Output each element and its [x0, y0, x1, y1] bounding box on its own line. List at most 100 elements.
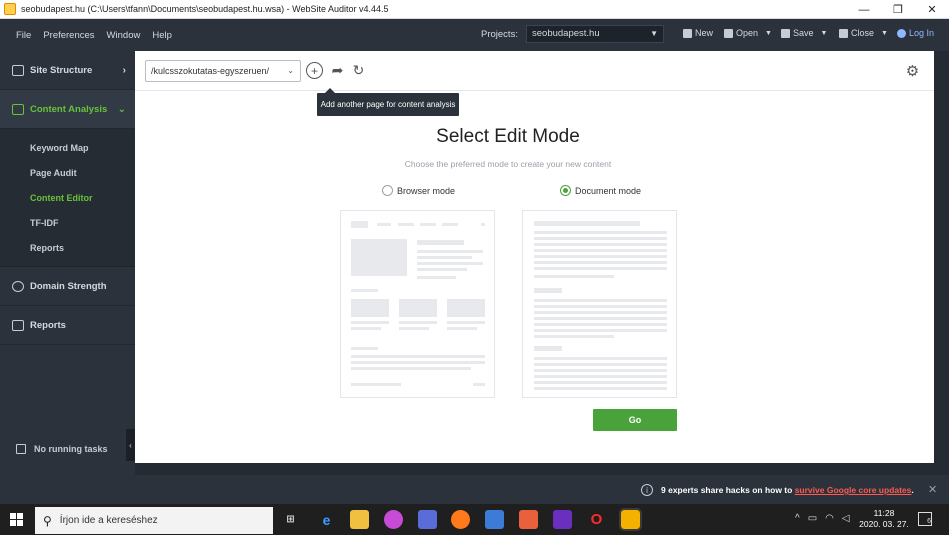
maps-pin-icon[interactable] — [384, 510, 403, 529]
projects-dropdown-value: seobudapest.hu — [532, 28, 600, 39]
task-view-icon[interactable]: ⊞ — [281, 510, 300, 529]
new-button[interactable]: New — [683, 28, 713, 38]
menu-window[interactable]: Window — [107, 30, 141, 41]
menu-help[interactable]: Help — [152, 30, 172, 41]
volume-icon[interactable]: ◁ — [842, 513, 850, 524]
info-icon: i — [641, 484, 653, 496]
go-button[interactable]: Go — [593, 409, 677, 431]
sidebar-item-label: Site Structure — [30, 64, 93, 76]
action-center-icon[interactable]: 6 — [918, 512, 932, 526]
gear-icon[interactable]: ⚙ — [904, 62, 921, 80]
content-toolbar: /kulcsszokutatas-egyszeruen/ ⌄ + ➦ ↻ ⚙ — [135, 51, 934, 91]
browser-mode-radio[interactable]: Browser mode — [382, 185, 455, 196]
clock-date: 2020. 03. 27. — [859, 519, 909, 529]
gauge-icon — [12, 280, 24, 292]
document-mode-radio[interactable]: Document mode — [560, 185, 641, 196]
content-analysis-submenu: Keyword Map Page Audit Content Editor TF… — [0, 129, 135, 267]
sidebar-item-reports[interactable]: Reports — [0, 306, 135, 345]
window-controls: — ❐ ✕ — [847, 0, 949, 19]
menu-file[interactable]: File — [16, 30, 31, 41]
share-icon[interactable]: ➦ — [329, 62, 346, 79]
page-title: Select Edit Mode — [436, 126, 580, 147]
menu-preferences[interactable]: Preferences — [43, 30, 94, 41]
folder-icon — [724, 28, 733, 38]
notification-prefix: 9 experts share hacks on how to — [661, 485, 793, 495]
new-file-icon — [683, 28, 692, 38]
notification-count: 6 — [927, 518, 931, 525]
browser-mode-preview[interactable] — [340, 210, 495, 398]
radio-checked-icon — [560, 185, 571, 196]
taskbar-search-input[interactable]: ⚲ Írjon ide a kereséshez — [35, 507, 273, 534]
close-window-button[interactable]: ✕ — [915, 0, 949, 19]
open-button[interactable]: Open ▼ — [724, 28, 772, 38]
chevron-down-icon: ⌄ — [287, 66, 294, 75]
opera-icon[interactable]: O — [587, 510, 606, 529]
taskbar-search-placeholder: Írjon ide a kereséshez — [59, 515, 158, 526]
radio-unchecked-icon — [382, 185, 393, 196]
sidebar-item-reports-sub[interactable]: Reports — [0, 235, 135, 260]
chevron-right-icon: › — [122, 64, 126, 76]
save-icon — [781, 28, 790, 38]
save-disk-icon[interactable] — [418, 510, 437, 529]
sidebar-item-domain-strength[interactable]: Domain Strength — [0, 267, 135, 306]
document-mode-label: Document mode — [575, 185, 642, 196]
add-page-icon[interactable]: + — [306, 62, 323, 79]
windows-start-icon[interactable] — [10, 513, 23, 526]
refresh-icon[interactable]: ↻ — [350, 62, 367, 79]
sidebar-item-tf-idf[interactable]: TF-IDF — [0, 210, 135, 235]
sidebar-item-site-structure[interactable]: Site Structure › — [0, 51, 135, 90]
window-title: seobudapest.hu (C:\Users\tfann\Documents… — [21, 4, 389, 14]
sidebar-item-content-editor[interactable]: Content Editor — [0, 185, 135, 210]
chevron-up-icon[interactable]: ^ — [795, 513, 800, 524]
notification-text: 9 experts share hacks on how to survive … — [661, 485, 914, 495]
firefox-icon[interactable] — [451, 510, 470, 529]
sidebar-item-keyword-map[interactable]: Keyword Map — [0, 135, 135, 160]
running-tasks-label: No running tasks — [34, 444, 108, 454]
media-player-icon[interactable] — [553, 510, 572, 529]
file-explorer-icon[interactable] — [350, 510, 369, 529]
sidebar-item-label: Content Analysis — [30, 103, 108, 115]
chevron-down-icon: ▼ — [881, 29, 888, 37]
wifi-icon[interactable]: ◠ — [825, 513, 834, 524]
document-mode-preview[interactable] — [522, 210, 677, 398]
content-analysis-icon — [12, 103, 24, 115]
new-button-label: New — [695, 28, 714, 38]
page-url-value: /kulcsszokutatas-egyszeruen/ — [151, 66, 270, 76]
sidebar-item-page-audit[interactable]: Page Audit — [0, 160, 135, 185]
site-structure-icon — [12, 64, 24, 76]
close-project-button[interactable]: Close ▼ — [839, 28, 888, 38]
close-icon[interactable]: ✕ — [928, 483, 937, 496]
taskbar-clock[interactable]: 11:28 2020. 03. 27. — [858, 508, 910, 530]
login-button[interactable]: Log In — [897, 28, 934, 38]
system-tray: ^ ▭ ◠ ◁ — [795, 513, 850, 524]
restore-button[interactable]: ❐ — [881, 0, 915, 19]
save-button[interactable]: Save ▼ — [781, 28, 827, 38]
menu-bar: File Preferences Window Help Projects: s… — [0, 19, 949, 51]
projects-dropdown[interactable]: seobudapest.hu ▼ — [526, 25, 664, 43]
chevron-down-icon: ▼ — [650, 29, 658, 38]
chevron-down-icon: ▼ — [765, 29, 772, 37]
projects-label: Projects: — [481, 29, 518, 40]
close-box-icon — [839, 28, 848, 38]
save-button-label: Save — [793, 28, 814, 38]
chevron-down-icon: ▼ — [820, 29, 828, 37]
login-button-label: Log In — [909, 28, 935, 38]
notification-link[interactable]: survive Google core updates — [795, 485, 912, 495]
website-auditor-icon[interactable] — [619, 508, 642, 531]
edge-browser-icon[interactable]: e — [317, 510, 336, 529]
notification-suffix: . — [911, 485, 914, 495]
open-button-label: Open — [736, 28, 759, 38]
app-icon — [4, 3, 16, 15]
user-icon — [897, 28, 906, 38]
notepad-icon[interactable] — [485, 510, 504, 529]
page-url-dropdown[interactable]: /kulcsszokutatas-egyszeruen/ ⌄ — [145, 60, 301, 82]
minimize-button[interactable]: — — [847, 0, 881, 19]
sidebar-item-content-analysis[interactable]: Content Analysis ⌄ — [0, 90, 135, 129]
running-tasks[interactable]: No running tasks — [0, 434, 128, 464]
add-page-tooltip: Add another page for content analysis — [317, 88, 459, 116]
close-button-label: Close — [851, 28, 875, 38]
windows-taskbar: ⚲ Írjon ide a kereséshez ⊞ e O ^ ▭ ◠ ◁ 1… — [0, 504, 949, 535]
battery-icon[interactable]: ▭ — [808, 513, 817, 524]
office-icon[interactable] — [519, 510, 538, 529]
sidebar-collapse-handle[interactable]: ‹ — [126, 429, 135, 461]
